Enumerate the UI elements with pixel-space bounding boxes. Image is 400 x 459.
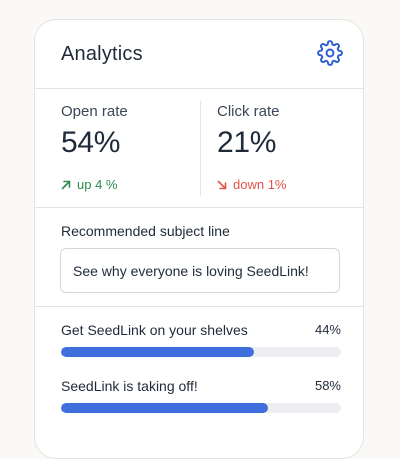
stats-divider	[200, 101, 201, 196]
variant-percent: 44%	[314, 322, 341, 337]
variant-label: Get SeedLink on your shelves	[61, 322, 248, 338]
open-rate-value: 54%	[61, 126, 121, 159]
open-rate-stat: Open rate 54% up 4 %	[61, 89, 201, 207]
subject-section: Recommended subject line See why everyon…	[35, 208, 363, 307]
click-rate-label: Click rate	[217, 103, 280, 120]
arrow-down-right-icon	[217, 180, 227, 189]
gear-icon[interactable]	[317, 40, 343, 66]
variant-progress-fill	[61, 347, 255, 357]
open-rate-change-text: up 4 %	[77, 177, 118, 192]
analytics-card: Analytics Open rate 54% up 4 % Click rat…	[34, 19, 364, 459]
card-title: Analytics	[61, 43, 143, 65]
open-rate-label: Open rate	[61, 103, 128, 120]
click-rate-change-text: down 1%	[233, 177, 287, 192]
variant-label: SeedLink is taking off!	[61, 378, 198, 394]
click-rate-value: 21%	[217, 126, 277, 159]
card-header: Analytics	[35, 20, 363, 89]
subject-line-label: Recommended subject line	[61, 223, 230, 239]
click-rate-stat: Click rate 21% down 1%	[217, 89, 357, 207]
variant-progress-fill	[61, 403, 269, 413]
variant-progress-track	[61, 347, 341, 357]
subject-line-field[interactable]: See why everyone is loving SeedLink!	[60, 248, 340, 293]
arrow-up-right-icon	[61, 180, 71, 189]
stats-section: Open rate 54% up 4 % Click rate 21% down…	[35, 89, 363, 208]
click-rate-change: down 1%	[217, 177, 286, 192]
variant-progress-track	[61, 403, 341, 413]
variant-percent: 58%	[314, 378, 341, 393]
open-rate-change: up 4 %	[61, 177, 117, 192]
